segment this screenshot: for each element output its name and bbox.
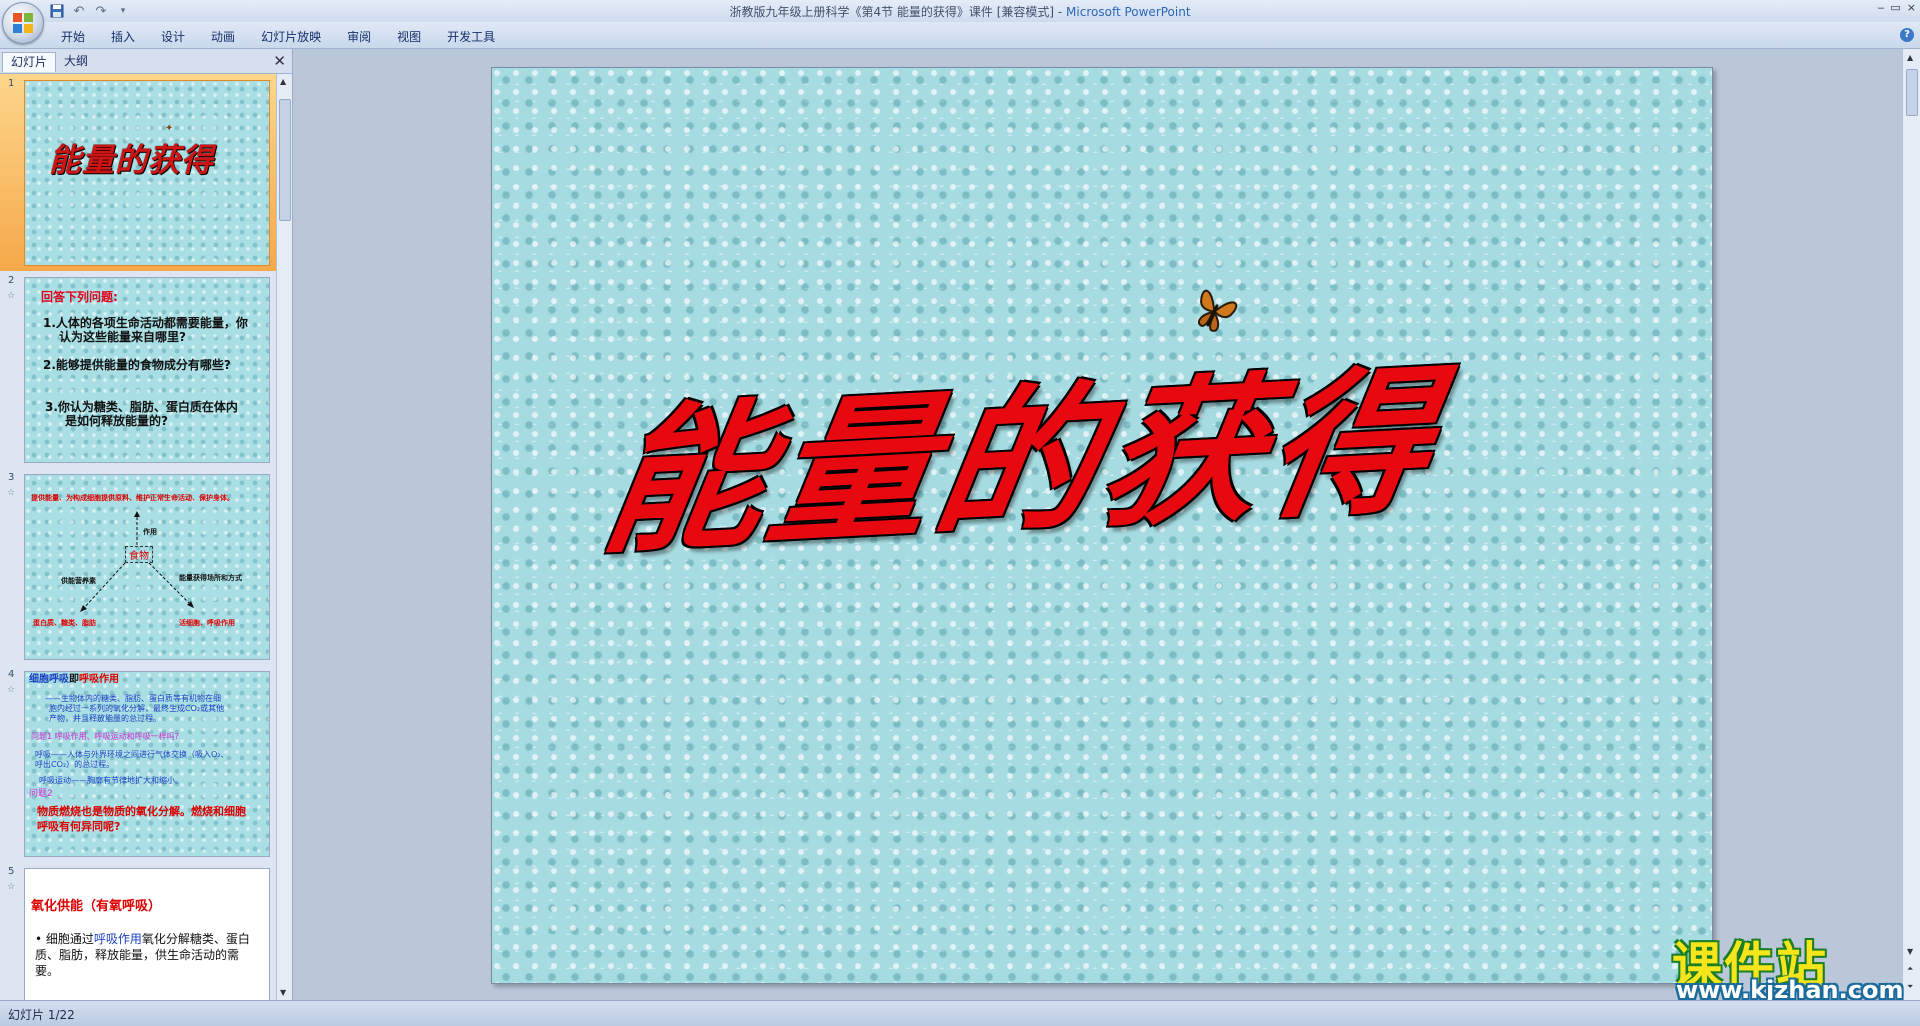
status-bar: 幻灯片 1/22	[0, 1000, 1920, 1026]
butterfly-icon	[1197, 289, 1238, 332]
thumb-heading: 氧化供能（有氧呼吸）	[31, 899, 162, 914]
slide-thumbnail-1[interactable]: 1 ✦ 能量的获得	[0, 74, 276, 271]
tab-developer[interactable]: 开发工具	[434, 26, 508, 47]
ribbon-tabs: 开始 插入 设计 动画 幻灯片放映 审阅 视图 开发工具	[48, 26, 508, 47]
scroll-down-icon[interactable]: ▼	[1907, 947, 1913, 956]
app-name: Microsoft PowerPoint	[1066, 5, 1191, 19]
thumb-heading-c: 呼吸作用	[79, 674, 119, 685]
minimize-button[interactable]: ‒	[1877, 1, 1884, 14]
thumb-question-2: 2.能够提供能量的食物成分有哪些?	[43, 358, 231, 372]
thumb-heading: 细胞呼吸即呼吸作用	[29, 675, 119, 685]
slide-preview: 提供能量、为构成细胞提供原料、维护正常生命活动、保护身体。 作用 食物 供能营养…	[24, 474, 270, 660]
slide-preview: 细胞呼吸即呼吸作用 ——生物体内的糖类、脂肪、蛋白质等有机物在细 胞内经过一系列…	[24, 671, 270, 857]
slides-pane: 幻灯片 大纲 ✕ 1 ✦ 能量的获得 2 ☆ 回答下列问题: 1.人体的各项生命…	[0, 49, 293, 1000]
thumb-question-1: 1.人体的各项生命活动都需要能量，你	[43, 316, 248, 330]
thumb-line-9: 问题2	[29, 789, 53, 799]
thumb-left-label: 供能营养素	[61, 577, 96, 585]
thumb-line-2: ——生物体内的糖类、脂肪、蛋白质等有机物在细	[45, 694, 221, 703]
tab-slide-show[interactable]: 幻灯片放映	[248, 26, 334, 47]
animation-star-icon: ☆	[7, 882, 16, 892]
animation-star-icon: ☆	[7, 291, 16, 301]
pane-tabs: 幻灯片 大纲 ✕	[0, 49, 292, 74]
thumb-line-7: 呼出CO₂）的总过程。	[35, 760, 115, 769]
tab-animations[interactable]: 动画	[198, 26, 248, 47]
close-button[interactable]: ×	[1907, 1, 1916, 14]
animation-star-icon: ☆	[7, 685, 16, 695]
ribbon-tab-bar: 开始 插入 设计 动画 幻灯片放映 审阅 视图 开发工具 ?	[0, 22, 1920, 49]
thumb-heading-b: 即	[69, 674, 79, 685]
thumb-right-label: 能量获得场所和方式	[179, 574, 242, 582]
slide-number: 1	[8, 78, 15, 89]
thumb-left-items: 蛋白质、糖类、脂肪	[33, 619, 96, 627]
scroll-up-icon[interactable]: ▲	[1907, 53, 1913, 62]
slide-preview: 氧化供能（有氧呼吸） • 细胞通过呼吸作用氧化分解糖类、蛋白质、脂肪，释放能量，…	[24, 868, 270, 1000]
tab-view[interactable]: 视图	[384, 26, 434, 47]
thumb-body-a: • 细胞通过	[35, 932, 94, 946]
tab-home[interactable]: 开始	[48, 26, 98, 47]
thumb-line-11: 呼吸有何异同呢?	[37, 820, 121, 833]
help-icon[interactable]: ?	[1900, 28, 1914, 42]
tab-insert[interactable]: 插入	[98, 26, 148, 47]
slide-indicator: 幻灯片 1/22	[8, 1008, 75, 1022]
thumb-role-label: 作用	[143, 528, 157, 536]
office-logo-icon	[13, 13, 33, 33]
close-pane-icon[interactable]: ✕	[273, 52, 286, 70]
tab-design[interactable]: 设计	[148, 26, 198, 47]
thumb-question-3: 3.你认为糖类、脂肪、蛋白质在体内	[45, 400, 238, 414]
slide-number: 4	[8, 669, 15, 680]
scroll-down-icon[interactable]: ▼	[280, 988, 286, 997]
thumb-center-label: 食物	[125, 546, 153, 563]
slide-thumbnail-4[interactable]: 4 ☆ 细胞呼吸即呼吸作用 ——生物体内的糖类、脂肪、蛋白质等有机物在细 胞内经…	[0, 665, 276, 862]
window-title: 浙教版九年级上册科学《第4节 能量的获得》课件 [兼容模式] - Microso…	[0, 3, 1920, 20]
next-slide-icon[interactable]: ⏷	[1907, 982, 1913, 992]
thumb-body: • 细胞通过呼吸作用氧化分解糖类、蛋白质、脂肪，释放能量，供生命活动的需要。	[35, 931, 261, 979]
thumb-right-items: 活细胞、呼吸作用	[179, 619, 235, 627]
tab-review[interactable]: 审阅	[334, 26, 384, 47]
thumbnail-scrollbar[interactable]: ▲ ▼	[276, 74, 292, 1000]
thumb-body-b: 呼吸作用	[93, 932, 142, 946]
slide-thumbnail-2[interactable]: 2 ☆ 回答下列问题: 1.人体的各项生命活动都需要能量，你 认为这些能量来自哪…	[0, 271, 276, 468]
slide-preview: 回答下列问题: 1.人体的各项生命活动都需要能量，你 认为这些能量来自哪里? 2…	[24, 277, 270, 463]
thumb-title: 能量的获得	[49, 141, 215, 179]
office-button[interactable]	[2, 2, 44, 44]
window-controls: ‒ ▭ ×	[1877, 1, 1916, 14]
thumb-line-4: 产物，并且释放能量的总过程。	[49, 714, 161, 723]
slide-number: 3	[8, 472, 15, 483]
thumb-question-3b: 是如何释放能量的?	[65, 414, 168, 428]
thumb-question-1b: 认为这些能量来自哪里?	[59, 330, 186, 344]
butterfly-icon: ✦	[165, 123, 174, 134]
scrollbar-thumb[interactable]	[1906, 69, 1918, 116]
thumb-heading-a: 细胞呼吸	[29, 674, 69, 685]
previous-slide-icon[interactable]: ⏶	[1907, 964, 1913, 974]
slide-thumbnail-3[interactable]: 3 ☆ 提供能量、为构成细胞提供原料、维护正常生命活动、保护身体。 作用 食物 …	[0, 468, 276, 665]
scroll-up-icon[interactable]: ▲	[280, 77, 286, 86]
document-name: 浙教版九年级上册科学《第4节 能量的获得》课件 [兼容模式] -	[729, 5, 1067, 19]
editor-scrollbar[interactable]: ▲ ▼ ⏶ ⏷	[1902, 49, 1920, 1000]
slide-thumbnail-list: 1 ✦ 能量的获得 2 ☆ 回答下列问题: 1.人体的各项生命活动都需要能量，你…	[0, 74, 276, 1000]
thumb-heading: 回答下列问题:	[41, 290, 118, 304]
tab-outline[interactable]: 大纲	[56, 52, 96, 71]
slide-title[interactable]: 能量的获得	[592, 342, 1632, 576]
slide-number: 5	[8, 866, 15, 877]
thumb-line-3: 胞内经过一系列的氧化分解，最终生成CO₂或其他	[49, 704, 225, 713]
slide-number: 2	[8, 275, 15, 286]
animation-star-icon: ☆	[7, 488, 16, 498]
site-watermark: 课件站 www.kjzhan.com	[1672, 926, 1903, 1004]
scrollbar-thumb[interactable]	[279, 99, 291, 221]
thumb-line-5: 问题1 呼吸作用、呼吸运动和呼吸一样吗?	[31, 732, 179, 741]
thumb-line-8: 呼吸运动——胸廓有节律地扩大和缩小。	[39, 776, 183, 785]
tab-slides[interactable]: 幻灯片	[2, 52, 57, 72]
thumb-diagram-arrows	[80, 511, 194, 612]
maximize-button[interactable]: ▭	[1890, 1, 1900, 14]
current-slide[interactable]: 能量的获得	[491, 67, 1713, 984]
title-bar: ↶ ↷ ▾ 浙教版九年级上册科学《第4节 能量的获得》课件 [兼容模式] - M…	[0, 0, 1920, 22]
thumb-line-6: 呼吸——人体与外界环境之间进行气体交换（吸入O₂、	[35, 750, 229, 759]
slide-preview: ✦ 能量的获得	[24, 80, 270, 266]
slide-thumbnail-5[interactable]: 5 ☆ 氧化供能（有氧呼吸） • 细胞通过呼吸作用氧化分解糖类、蛋白质、脂肪，释…	[0, 862, 276, 1000]
thumb-line-10: 物质燃烧也是物质的氧化分解。燃烧和细胞	[37, 805, 246, 818]
